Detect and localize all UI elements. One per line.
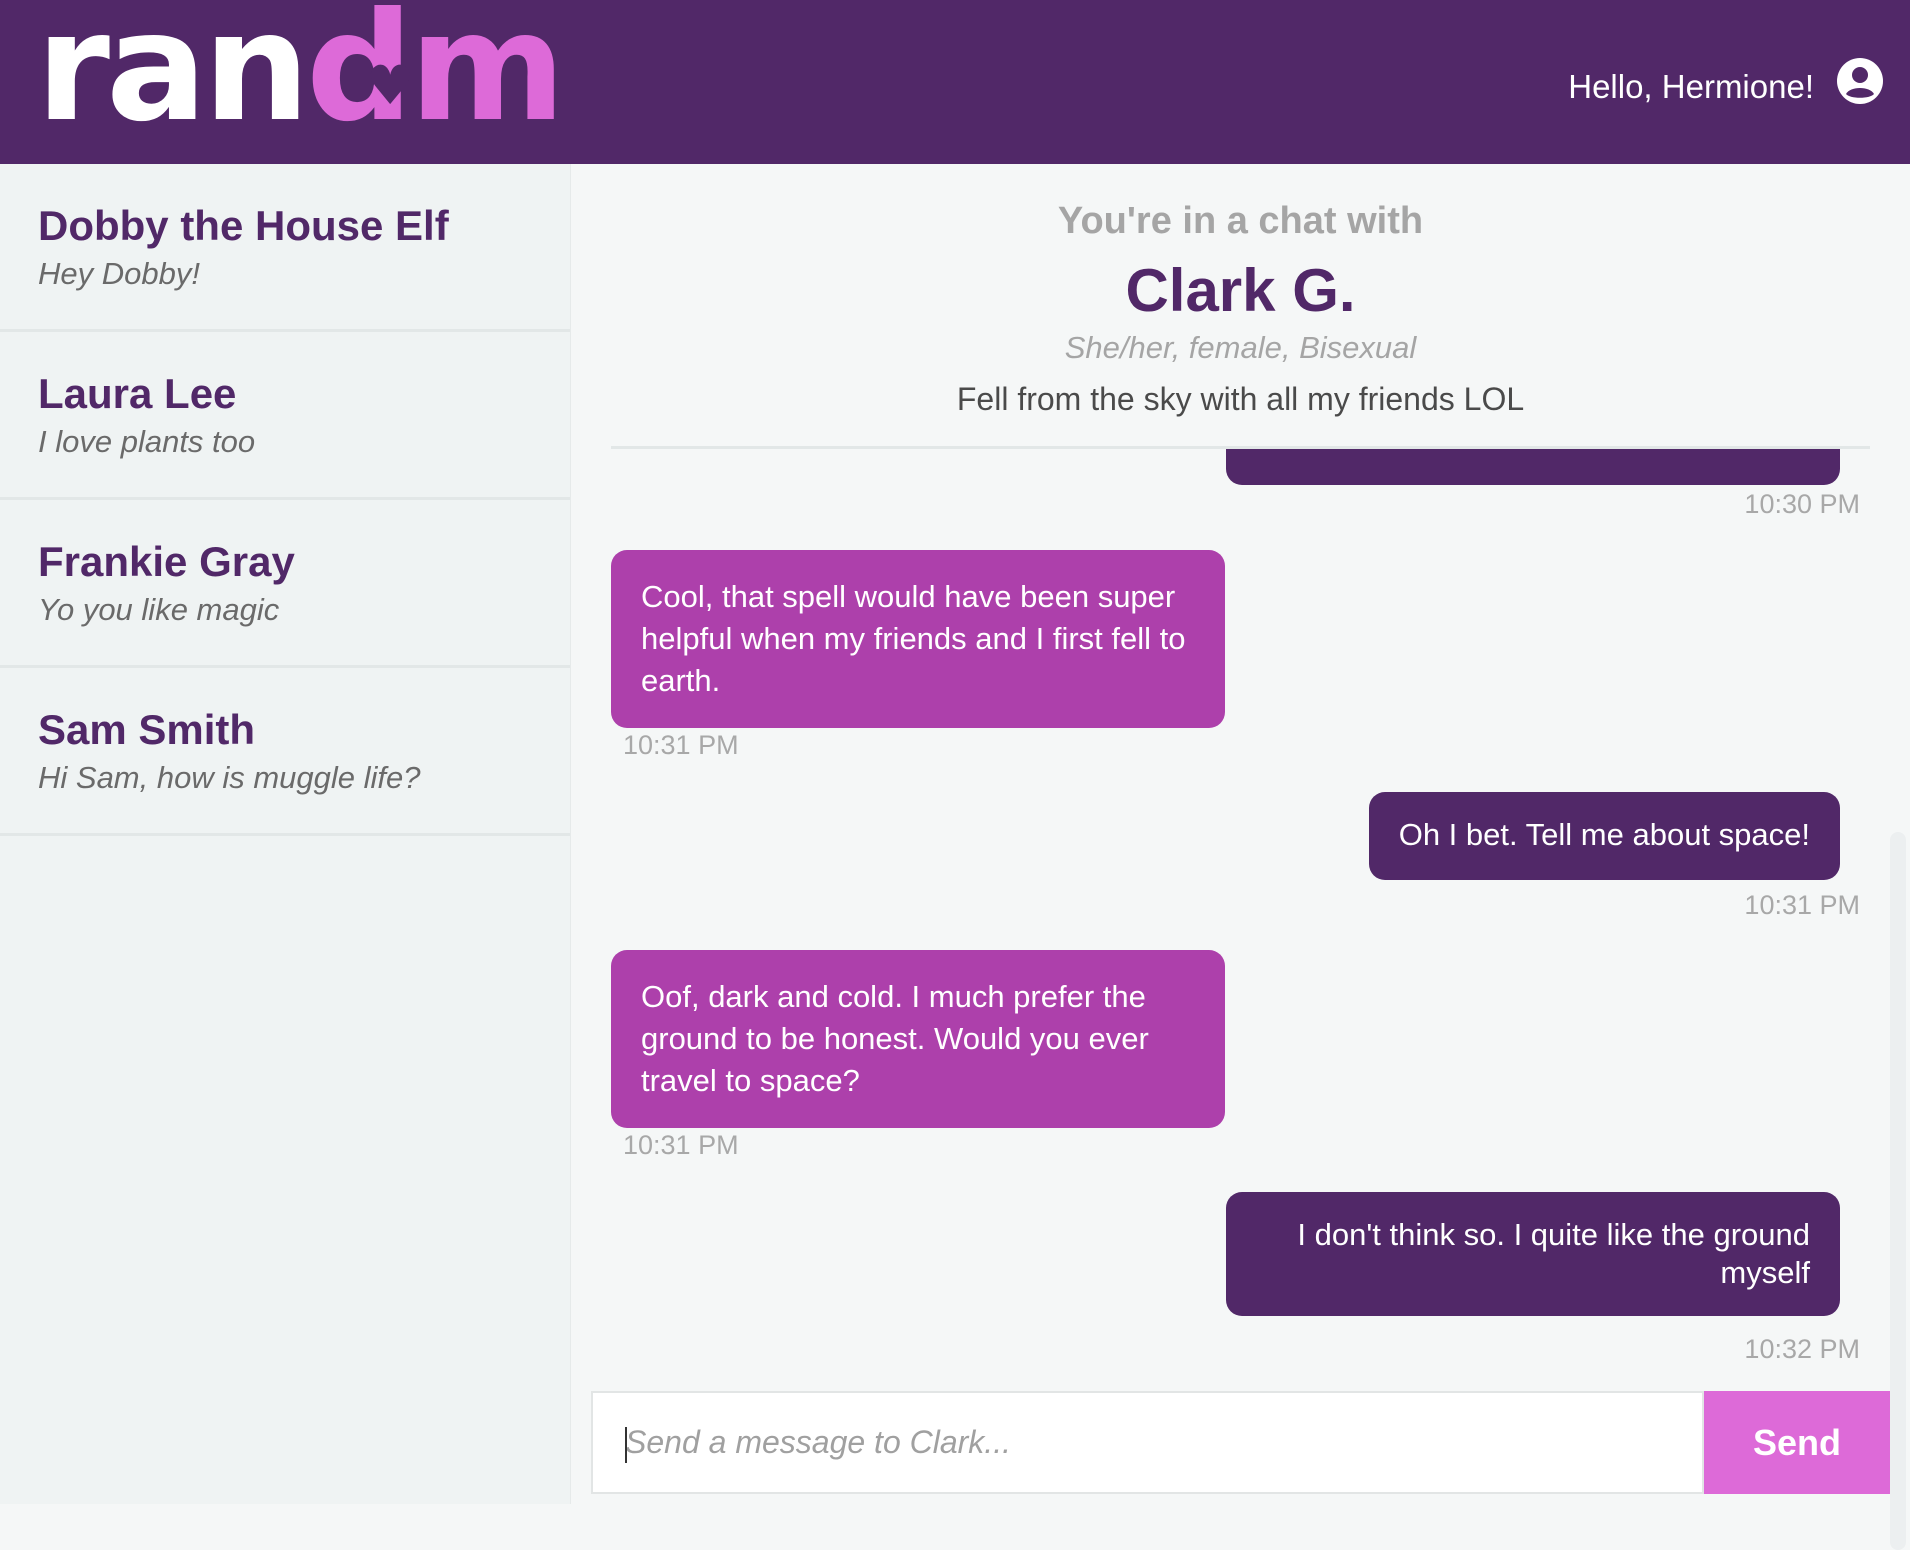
- message-text: Cool, that spell would have been super h…: [641, 579, 1186, 698]
- message-list[interactable]: 10:30 PM Cool, that spell would have bee…: [571, 449, 1910, 1385]
- chat-intro: You're in a chat with: [1057, 200, 1424, 242]
- conversation-item-sam[interactable]: Sam Smith Hi Sam, how is muggle life?: [0, 668, 570, 836]
- conversation-item-laura[interactable]: Laura Lee I love plants too: [0, 332, 570, 500]
- message-text: Oh I bet. Tell me about space!: [1398, 817, 1810, 852]
- conversation-item-dobby[interactable]: Dobby the House Elf Hey Dobby!: [0, 164, 570, 332]
- message-scrollbar[interactable]: [1890, 832, 1906, 1550]
- heart-icon: ♥: [365, 54, 415, 117]
- message-bubble-received: Cool, that spell would have been super h…: [611, 550, 1225, 728]
- logo-text-ran: ran: [36, 0, 310, 155]
- conversation-name: Laura Lee: [38, 370, 237, 417]
- conversation-item-frankie[interactable]: Frankie Gray Yo you like magic: [0, 500, 570, 668]
- user-circle-icon[interactable]: [1836, 57, 1884, 105]
- message-timestamp: 10:32 PM: [1744, 1334, 1860, 1364]
- app-header: ran dm ♥ Hello, Hermione!: [0, 0, 1910, 164]
- chat-partner-details: She/her, female, Bisexual: [1064, 330, 1417, 365]
- user-greeting: Hello, Hermione!: [1568, 68, 1814, 105]
- conversation-preview: Yo you like magic: [38, 592, 280, 627]
- conversation-name: Sam Smith: [38, 706, 256, 753]
- message-timestamp: 10:31 PM: [623, 730, 739, 760]
- message-input-box: [591, 1391, 1704, 1494]
- message-timestamp: 10:31 PM: [623, 1130, 739, 1160]
- chat-panel: You're in a chat with Clark G. She/her, …: [571, 164, 1910, 1550]
- text-caret: [625, 1427, 627, 1463]
- conversation-preview: I love plants too: [38, 424, 256, 459]
- message-bubble-sent: Oh I bet. Tell me about space!: [1368, 792, 1840, 880]
- send-button[interactable]: Send: [1704, 1391, 1890, 1494]
- logo-text-dm: dm ♥: [306, 0, 566, 143]
- message-bubble-sent: [1226, 449, 1840, 485]
- message-timestamp: 10:30 PM: [1744, 489, 1860, 519]
- conversation-preview: Hi Sam, how is muggle life?: [38, 760, 421, 795]
- message-text: I don't think so. I quite like the groun…: [1297, 1217, 1810, 1290]
- logo-text-dm-label: dm: [305, 0, 566, 155]
- conversation-name: Dobby the House Elf: [38, 202, 449, 249]
- message-bubble-received: Oof, dark and cold. I much prefer the gr…: [611, 950, 1225, 1128]
- conversation-preview: Hey Dobby!: [38, 256, 200, 291]
- randm-logo[interactable]: ran dm ♥: [36, 0, 566, 143]
- message-input[interactable]: [593, 1393, 1702, 1492]
- message-text: Oof, dark and cold. I much prefer the gr…: [641, 979, 1149, 1098]
- message-timestamp: 10:31 PM: [1744, 890, 1860, 920]
- message-bubble-sent: I don't think so. I quite like the groun…: [1226, 1192, 1840, 1316]
- chat-partner-bio: Fell from the sky with all my friends LO…: [956, 381, 1525, 417]
- chat-partner-name: Clark G.: [1125, 257, 1356, 324]
- conversation-list: Dobby the House Elf Hey Dobby! Laura Lee…: [0, 164, 571, 1504]
- conversation-name: Frankie Gray: [38, 538, 295, 585]
- chat-header: You're in a chat with Clark G. She/her, …: [571, 164, 1910, 447]
